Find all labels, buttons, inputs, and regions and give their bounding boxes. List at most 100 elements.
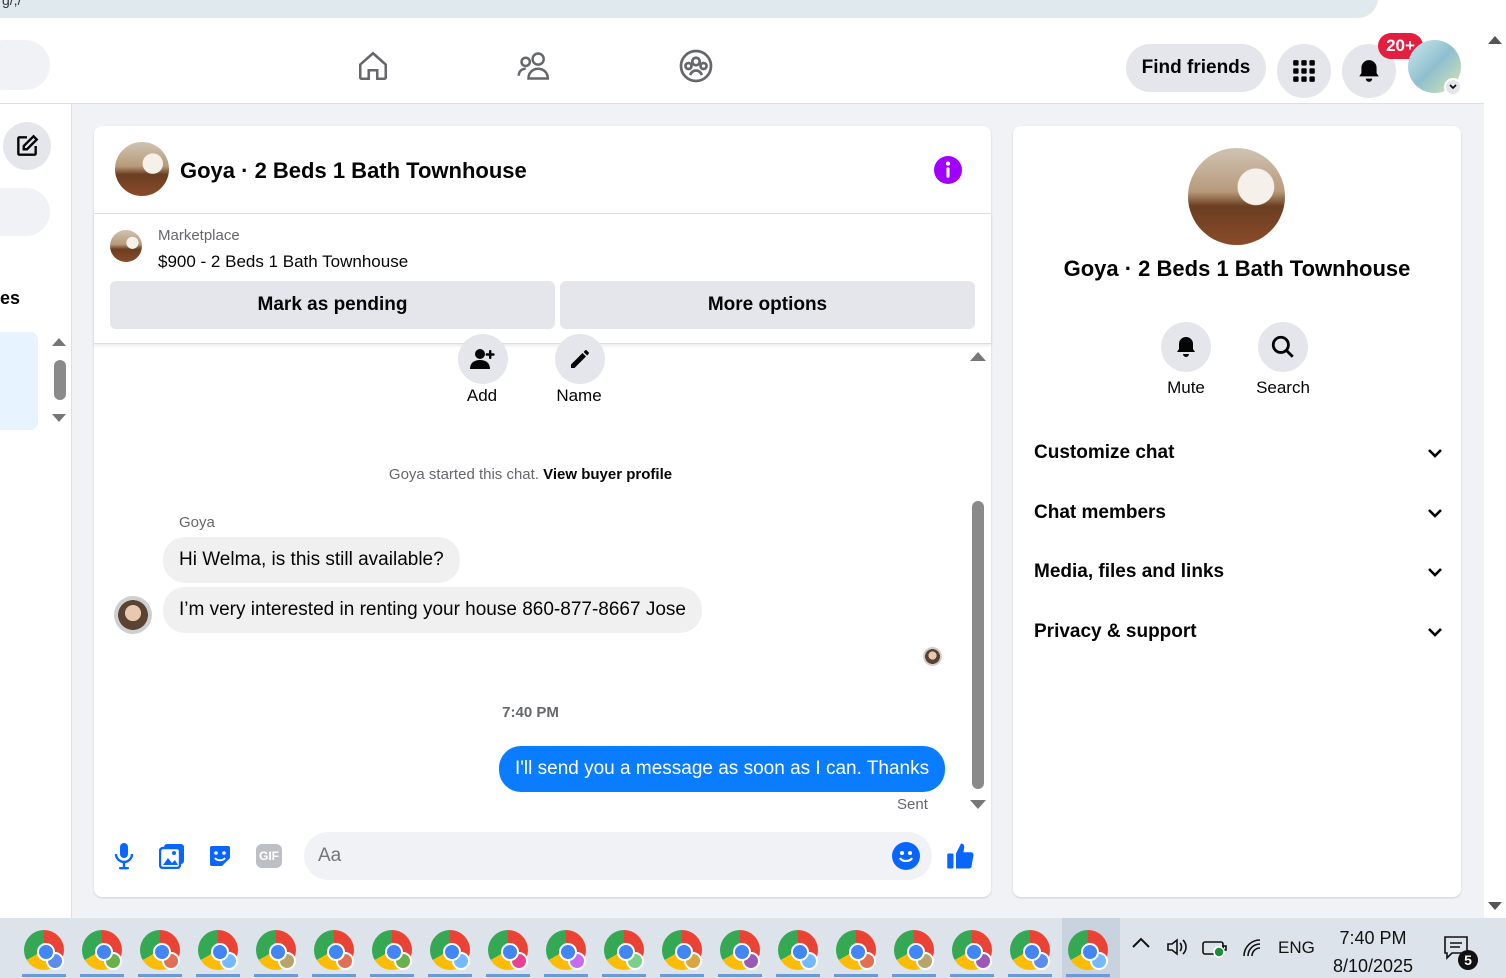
selected-conversation[interactable] [0,332,38,430]
scroll-down-icon[interactable] [1488,902,1502,910]
running-indicator [312,974,356,977]
chrome-profile-icon[interactable] [198,930,238,970]
more-options-button[interactable]: More options [560,281,975,329]
address-bar[interactable] [0,0,1378,18]
sticker-icon[interactable] [204,840,236,872]
gif-icon[interactable]: GIF [253,840,285,872]
listing-price-title[interactable]: $900 - 2 Beds 1 Bath Townhouse [158,252,408,272]
chrome-profile-icon[interactable] [140,930,180,970]
incoming-message[interactable]: Hi Welma, is this still available? [163,537,460,583]
compose-icon[interactable] [3,122,51,170]
details-avatar[interactable] [1188,148,1285,245]
chrome-profile-icon[interactable] [430,930,470,970]
language-indicator[interactable]: ENG [1278,938,1315,958]
url-text: g/,/ [2,0,22,8]
account-chevron-icon[interactable] [1444,78,1462,96]
listing-avatar[interactable] [115,142,169,196]
windows-taskbar: ENG 7:40 PM 8/10/2025 5 [0,918,1506,978]
chrome-profile-icon[interactable] [256,930,296,970]
emoji-icon[interactable] [892,842,920,870]
mark-as-pending-button[interactable]: Mark as pending [110,281,555,329]
edit-name-pencil-icon[interactable] [555,334,605,384]
incoming-message[interactable]: I’m very interested in renting your hous… [163,587,702,633]
like-thumbs-up-icon[interactable] [945,840,977,872]
system-clock[interactable]: 7:40 PM 8/10/2025 [1320,924,1426,978]
outgoing-message[interactable]: I'll send you a message as soon as I can… [499,746,946,792]
list-scrollbar[interactable] [54,360,66,400]
mute-label: Mute [1167,378,1205,397]
chrome-profile-icon[interactable] [314,930,354,970]
mute-bell-icon[interactable] [1161,322,1211,372]
home-icon[interactable] [353,46,393,86]
message-input[interactable] [318,832,878,880]
scroll-down-icon[interactable] [52,414,66,422]
profile-badge-icon [220,952,238,970]
profile-badge-icon [800,952,818,970]
scroll-up-icon[interactable] [52,338,66,346]
page-scrollbar[interactable] [1484,28,1506,918]
clock-time: 7:40 PM [1339,928,1407,948]
running-indicator [22,974,66,977]
search-box[interactable] [0,40,50,90]
running-indicator [370,974,414,977]
profile-badge-icon [162,952,180,970]
scrollbar-thumb[interactable] [972,501,984,789]
conversation-panel: Goya · 2 Beds 1 Bath Townhouse Marketpla… [94,126,991,897]
find-friends-button[interactable]: Find friends [1126,44,1266,92]
scroll-up-icon[interactable] [970,352,986,361]
conversation-title[interactable]: Goya · 2 Beds 1 Bath Townhouse [180,158,527,184]
media-files-links-section[interactable]: Media, files and links [1034,552,1444,592]
section-label: Customize chat [1034,442,1175,463]
chrome-profile-icon[interactable] [778,930,818,970]
running-indicator [1066,974,1110,977]
chrome-profile-icon[interactable] [546,930,586,970]
running-indicator [718,974,762,977]
add-label: Add [466,386,498,405]
listing-thumbnail[interactable] [110,230,142,262]
marketplace-label: Marketplace [158,227,240,244]
sender-avatar[interactable] [114,596,152,634]
message-text: I'll send you a message as soon as I can… [515,758,930,779]
scroll-down-icon[interactable] [970,800,986,809]
info-icon[interactable] [934,156,962,184]
chrome-profile-icon[interactable] [82,930,122,970]
chrome-profile-icon[interactable] [24,930,64,970]
privacy-support-section[interactable]: Privacy & support [1034,612,1444,652]
menu-grid-icon[interactable] [1277,44,1331,98]
friends-icon[interactable] [514,46,554,86]
add-person-icon[interactable] [458,334,508,384]
chrome-profile-icon[interactable] [894,930,934,970]
profile-badge-icon [974,952,992,970]
microphone-icon[interactable] [108,840,140,872]
profile-badge-icon [626,952,644,970]
search-chats-input[interactable] [0,188,50,236]
message-composer[interactable] [304,832,932,880]
search-icon[interactable] [1258,322,1308,372]
details-title: Goya · 2 Beds 1 Bath Townhouse [1063,256,1411,281]
chrome-profile-icon[interactable] [720,930,760,970]
message-text: Hi Welma, is this still available? [179,549,444,570]
chrome-profile-icon[interactable] [372,930,412,970]
photo-gallery-icon[interactable] [156,840,188,872]
scroll-up-icon[interactable] [1488,36,1502,44]
chrome-profile-icon[interactable] [662,930,702,970]
groups-icon[interactable] [676,46,716,86]
running-indicator [950,974,994,977]
view-buyer-profile-link[interactable]: View buyer profile [543,466,672,483]
running-indicator [80,974,124,977]
tray-expand-icon[interactable] [1130,934,1152,957]
volume-icon[interactable] [1165,936,1189,963]
battery-icon[interactable] [1202,938,1228,963]
running-indicator [892,974,936,977]
chrome-profile-icon[interactable] [1010,930,1050,970]
chrome-profile-icon[interactable] [488,930,528,970]
search-label: Search [1256,378,1310,397]
chrome-profile-icon[interactable] [604,930,644,970]
running-indicator [602,974,646,977]
chat-members-section[interactable]: Chat members [1034,493,1444,533]
chrome-profile-icon[interactable] [952,930,992,970]
customize-chat-section[interactable]: Customize chat [1034,433,1444,473]
chrome-profile-icon[interactable] [1068,930,1108,970]
wifi-icon[interactable] [1240,936,1264,963]
chrome-profile-icon[interactable] [836,930,876,970]
